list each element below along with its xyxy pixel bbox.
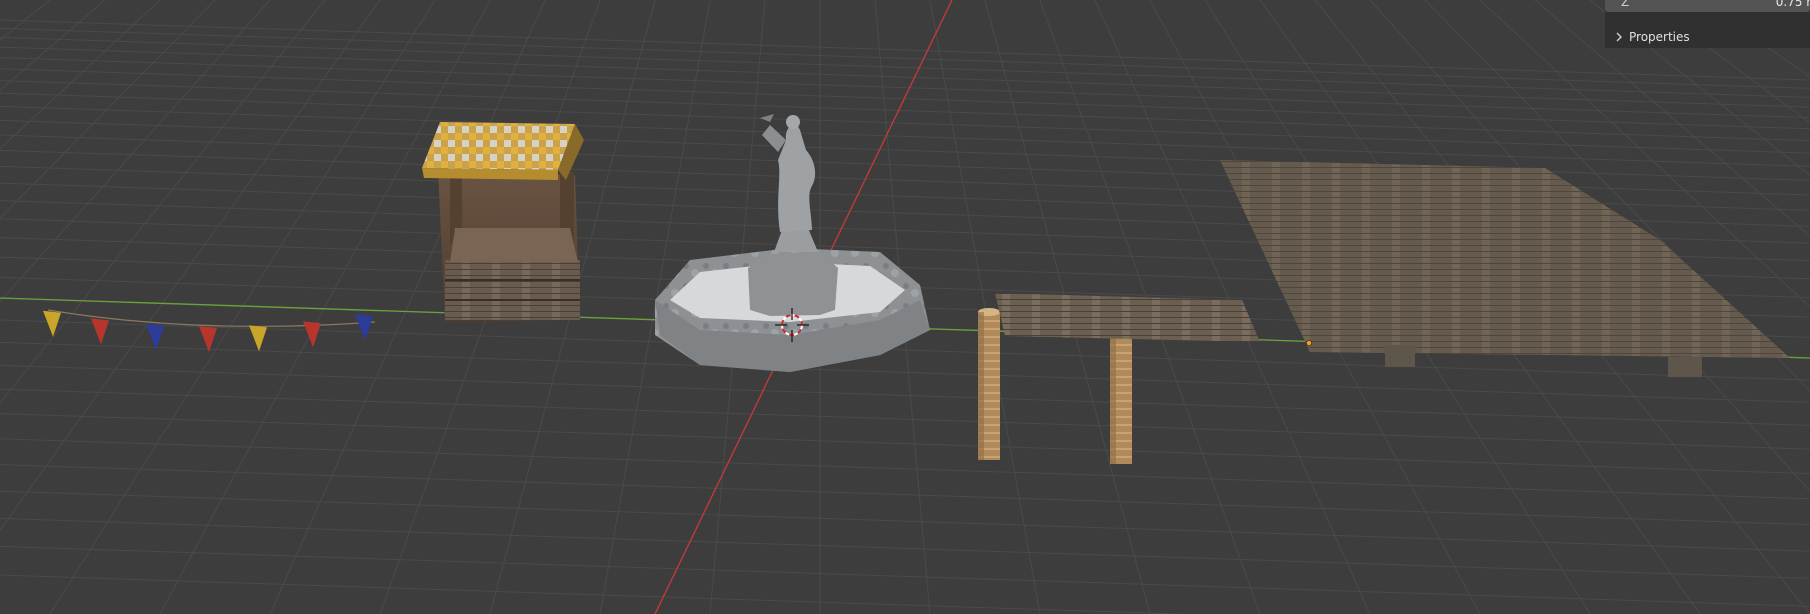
grid-line <box>0 574 1192 614</box>
redo-last-panel: Z 0.75 m Properties <box>1605 0 1810 48</box>
bunting-flag <box>43 310 61 337</box>
z-field-label: Z <box>1621 0 1630 9</box>
3d-viewport[interactable] <box>0 0 1810 614</box>
bunting-flag <box>355 314 373 341</box>
grid-line <box>1754 0 1810 37</box>
grid-line <box>49 0 436 614</box>
grid-line <box>0 364 1810 426</box>
grid-line <box>0 0 161 150</box>
object-origin-icon[interactable] <box>1306 340 1312 346</box>
grid-line <box>0 0 51 41</box>
grid-line <box>0 464 1810 526</box>
properties-panel-toggle[interactable]: Properties <box>1605 28 1810 46</box>
bunting-flag <box>91 318 109 345</box>
grid-line <box>0 27 1810 89</box>
z-location-field[interactable]: Z 0.75 m <box>1605 0 1810 12</box>
properties-label: Properties <box>1629 30 1690 44</box>
grid-line <box>0 80 1810 142</box>
chevron-right-icon <box>1616 32 1622 42</box>
grid-line <box>0 36 1810 98</box>
large-wooden-deck[interactable] <box>1220 160 1790 377</box>
market-stall[interactable] <box>422 122 584 322</box>
bunting-flag <box>249 325 267 352</box>
grid-line <box>0 490 1810 552</box>
grid-line <box>0 388 1810 450</box>
bunting-flag <box>146 323 164 350</box>
grid-line <box>0 545 1810 607</box>
viewport-canvas[interactable] <box>0 0 1810 614</box>
grid-line <box>0 413 1810 475</box>
grid-line <box>0 0 381 532</box>
bunting-flag <box>199 326 217 353</box>
grid-line <box>0 68 1810 130</box>
grid-line <box>0 517 1810 579</box>
grid-line <box>0 19 1810 81</box>
small-wooden-deck[interactable] <box>995 293 1260 342</box>
z-field-value[interactable]: 0.75 m <box>1776 0 1810 9</box>
grid-line <box>0 0 271 303</box>
wooden-post-left[interactable] <box>978 308 1000 460</box>
grid-line <box>0 0 106 91</box>
grid-line <box>159 0 491 614</box>
grid-line <box>0 438 1810 500</box>
